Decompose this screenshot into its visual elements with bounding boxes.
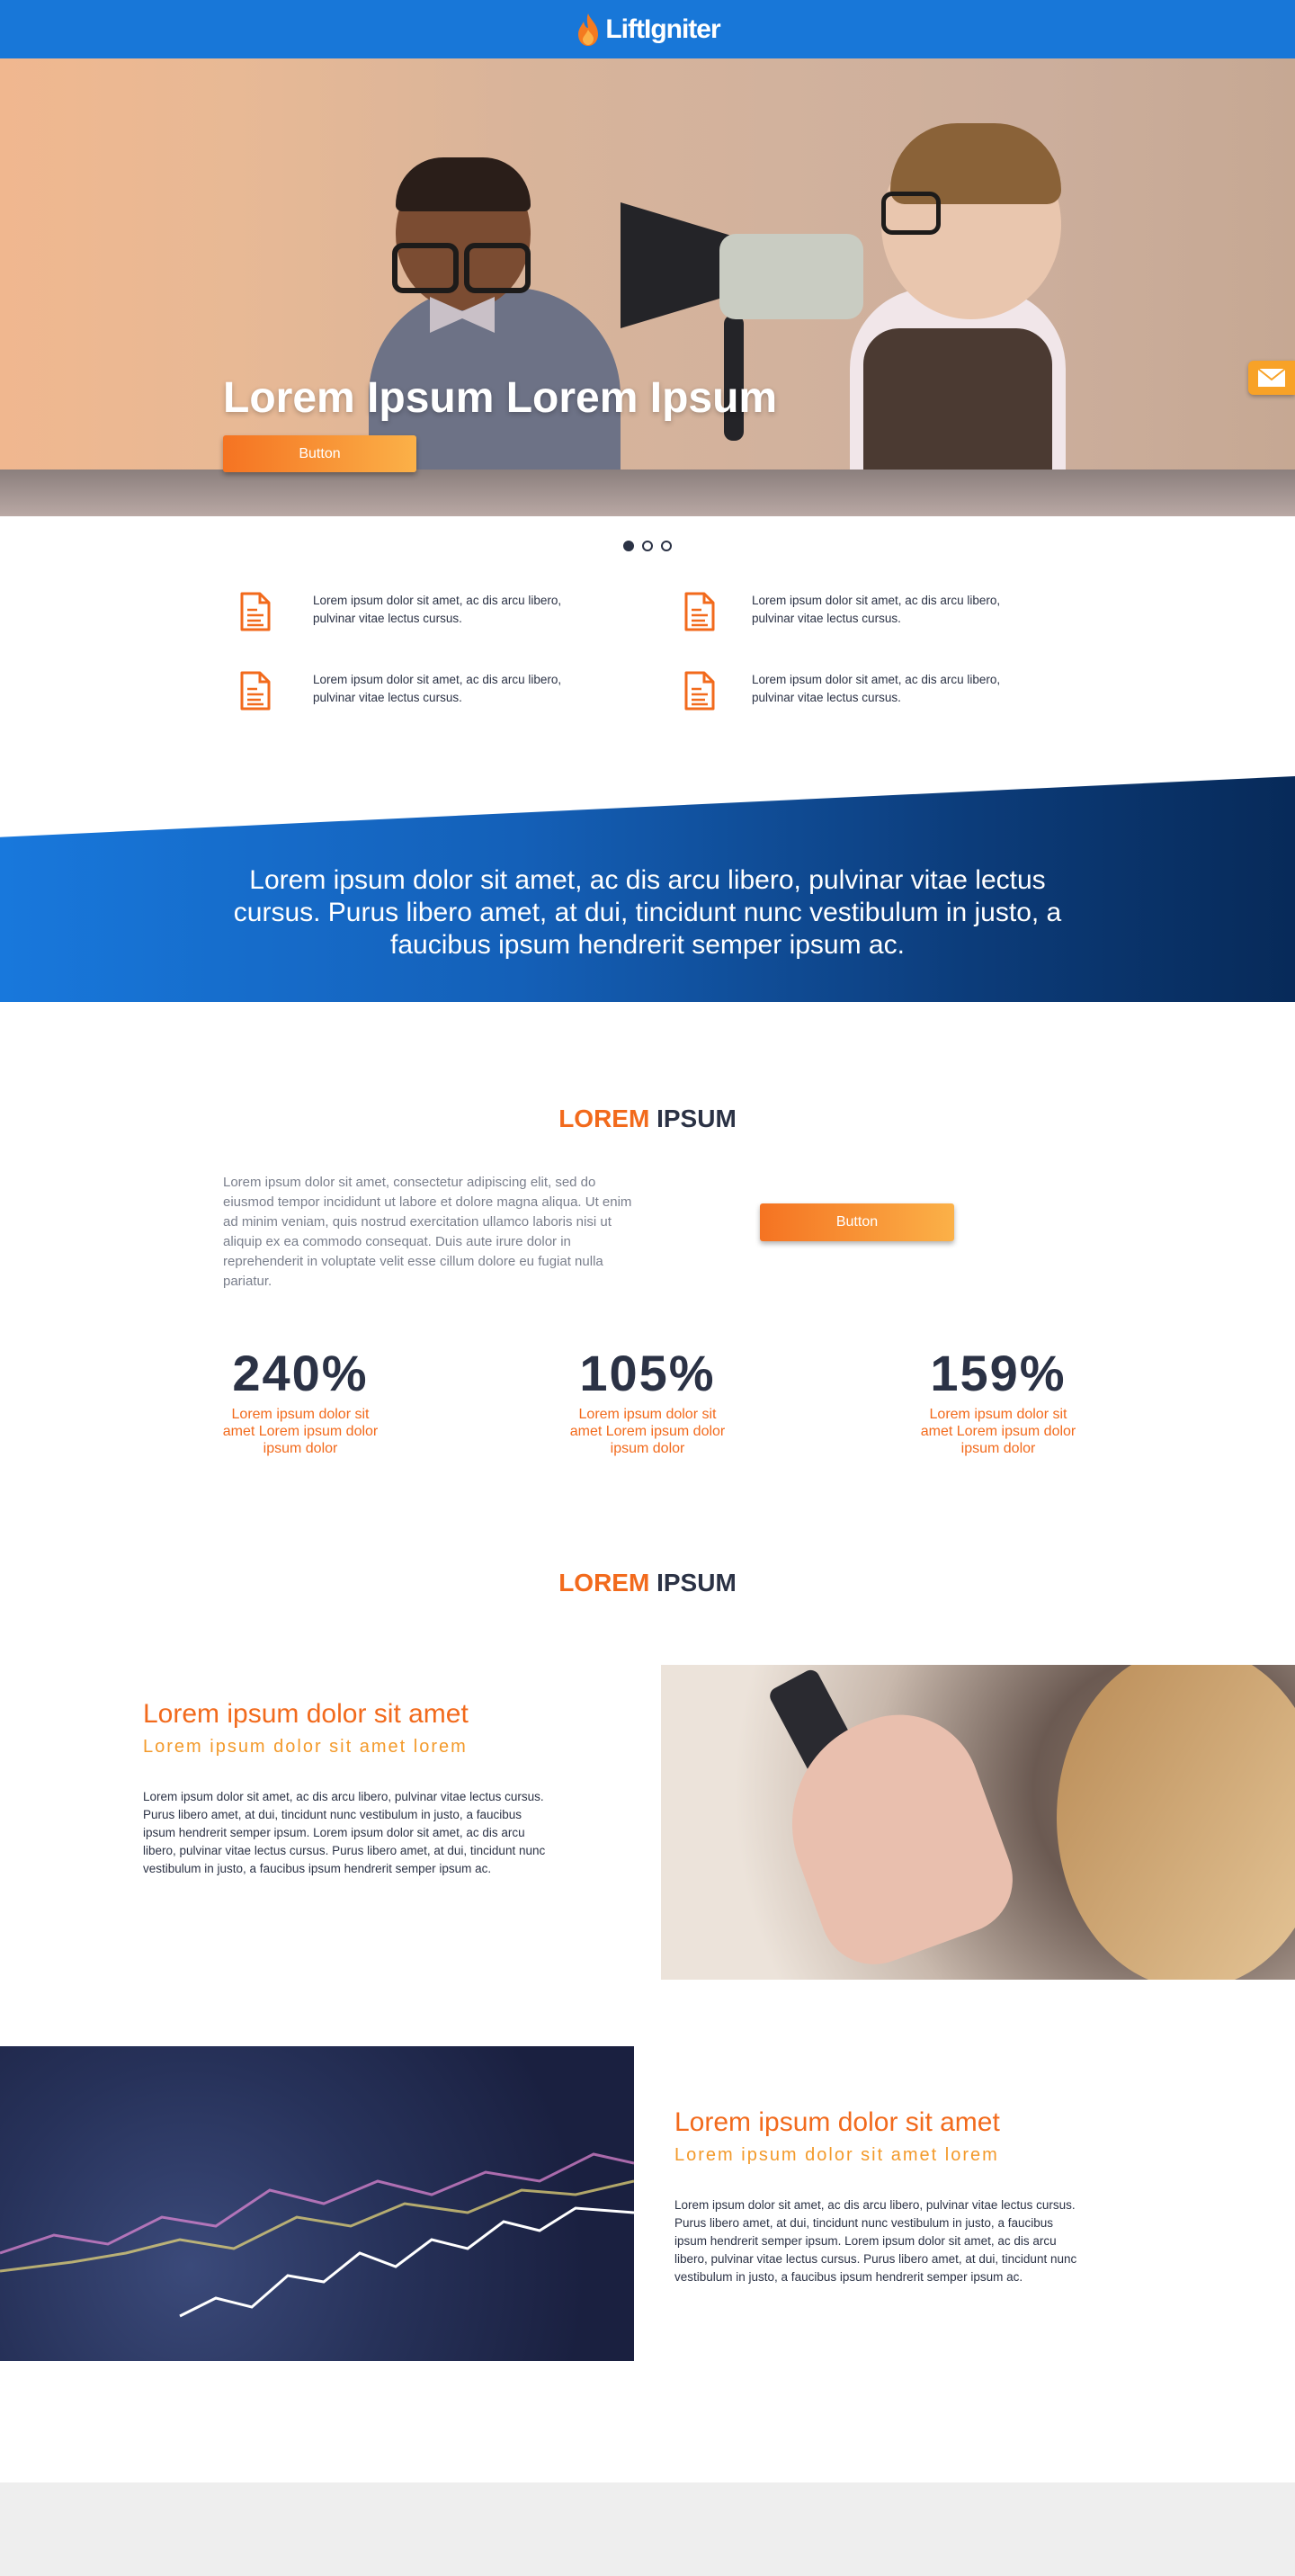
chart-lines-decoration (0, 2152, 634, 2318)
phone-photo (661, 1665, 1295, 1980)
document-icon (240, 592, 271, 631)
document-icon (684, 671, 715, 711)
mail-icon (1257, 368, 1286, 387)
hero-photo-shape (464, 243, 531, 293)
top-nav-bar: LiftIgniter (0, 0, 1295, 58)
hero-banner: Lorem Ipsum Lorem Ipsum Button (0, 58, 1295, 516)
carousel-dot-1[interactable] (623, 541, 634, 551)
feature-row-subtitle: Lorem ipsum dolor sit amet lorem (143, 1737, 468, 1757)
hero-photo-shape (881, 192, 941, 235)
phone-photo-shape (1057, 1665, 1295, 1980)
section-title: LOREM IPSUM (0, 1105, 1295, 1133)
section-title-accent: LOREM (558, 1569, 650, 1597)
feature-item: Lorem ipsum dolor sit amet, ac dis arcu … (683, 671, 1000, 711)
section-title-rest: IPSUM (649, 1105, 737, 1132)
feature-row: Lorem ipsum dolor sit amet Lorem ipsum d… (0, 1665, 1295, 1980)
lorem-ipsum-section-2: LOREM IPSUM Lorem ipsum dolor sit amet L… (0, 1569, 1295, 2361)
lorem-ipsum-section: LOREM IPSUM Lorem ipsum dolor sit amet, … (0, 1002, 1295, 1569)
section-title: LOREM IPSUM (0, 1569, 1295, 1597)
section-title-accent: LOREM (558, 1105, 650, 1132)
hero-title: Lorem Ipsum Lorem Ipsum (223, 374, 778, 422)
feature-row-body: Lorem ipsum dolor sit amet, ac dis arcu … (674, 2198, 1077, 2284)
stat-value: 240% (232, 1345, 369, 1401)
carousel-dots (0, 516, 1295, 576)
section-title-rest: IPSUM (649, 1569, 737, 1597)
hero-button[interactable]: Button (223, 435, 416, 472)
mail-button[interactable] (1248, 361, 1295, 395)
stock-chart-photo (0, 2046, 634, 2361)
intro-button[interactable]: Button (760, 1203, 954, 1241)
hero-photo-shape (392, 243, 459, 293)
hero-photo-shape (0, 470, 1295, 516)
feature-row: Lorem ipsum dolor sit amet Lorem ipsum d… (0, 2046, 1295, 2361)
document-icon (684, 592, 715, 631)
footer (0, 2482, 1295, 2576)
stat-value: 159% (930, 1345, 1067, 1401)
feature-row-text: Lorem ipsum dolor sit amet Lorem ipsum d… (143, 1699, 548, 1878)
feature-item: Lorem ipsum dolor sit amet, ac dis arcu … (239, 671, 561, 711)
feature-item: Lorem ipsum dolor sit amet, ac dis arcu … (683, 592, 1000, 631)
stats-row: 240% Lorem ipsum dolor sit amet Lorem ip… (0, 1344, 1295, 1569)
feature-text: Lorem ipsum dolor sit amet, ac dis arcu … (752, 594, 1001, 625)
feature-row-body: Lorem ipsum dolor sit amet, ac dis arcu … (143, 1790, 546, 1875)
flame-icon (578, 13, 599, 46)
feature-text: Lorem ipsum dolor sit amet, ac dis arcu … (752, 673, 1001, 704)
stat-item: 105% Lorem ipsum dolor sit amet Lorem ip… (567, 1344, 728, 1457)
intro-text: Lorem ipsum dolor sit amet, consectetur … (223, 1175, 632, 1289)
feature-row-title: Lorem ipsum dolor sit amet (143, 1699, 469, 1729)
banner-text: Lorem ipsum dolor sit amet, ac dis arcu … (233, 865, 1062, 960)
stat-label: Lorem ipsum dolor sit amet Lorem ipsum d… (920, 1407, 1076, 1456)
stat-item: 159% Lorem ipsum dolor sit amet Lorem ip… (917, 1344, 1079, 1457)
logo[interactable]: LiftIgniter (575, 12, 721, 48)
carousel-dot-2[interactable] (642, 541, 653, 551)
carousel-dot-3[interactable] (661, 541, 672, 551)
quote-banner: Lorem ipsum dolor sit amet, ac dis arcu … (0, 776, 1295, 1002)
logo-text: LiftIgniter (605, 13, 720, 44)
features-grid: Lorem ipsum dolor sit amet, ac dis arcu … (0, 576, 1295, 792)
stat-item: 240% Lorem ipsum dolor sit amet Lorem ip… (219, 1344, 381, 1457)
stat-value: 105% (579, 1345, 716, 1401)
feature-text: Lorem ipsum dolor sit amet, ac dis arcu … (313, 594, 562, 625)
feature-row-subtitle: Lorem ipsum dolor sit amet lorem (674, 2145, 999, 2165)
stat-label: Lorem ipsum dolor sit amet Lorem ipsum d… (222, 1407, 379, 1456)
hero-photo-shape (396, 157, 531, 211)
feature-text: Lorem ipsum dolor sit amet, ac dis arcu … (313, 673, 562, 704)
feature-row-title: Lorem ipsum dolor sit amet (674, 2107, 1000, 2137)
feature-row-text: Lorem ipsum dolor sit amet Lorem ipsum d… (674, 2107, 1079, 2303)
stat-label: Lorem ipsum dolor sit amet Lorem ipsum d… (569, 1407, 726, 1456)
document-icon (240, 671, 271, 711)
feature-item: Lorem ipsum dolor sit amet, ac dis arcu … (239, 592, 561, 631)
hero-photo-shape (719, 234, 863, 319)
hero-content: Lorem Ipsum Lorem Ipsum Button (223, 373, 777, 472)
intro-row: Lorem ipsum dolor sit amet, consectetur … (0, 1173, 1295, 1344)
